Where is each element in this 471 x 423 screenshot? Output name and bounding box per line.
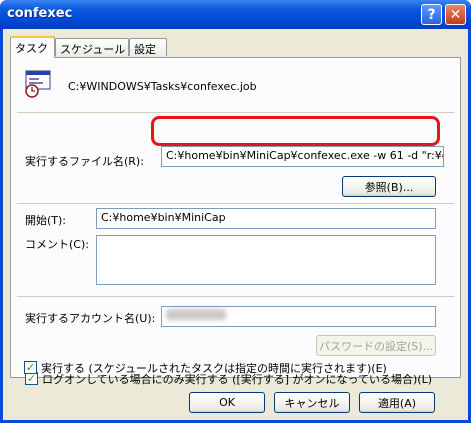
account-input[interactable] <box>161 306 436 327</box>
tab-panel: C:¥WINDOWS¥Tasks¥confexec.job 実行するファイル名(… <box>10 57 461 386</box>
redacted-account-name <box>166 309 226 320</box>
run-label: 実行するファイル名(R): <box>25 155 144 168</box>
separator <box>17 296 454 297</box>
task-path: C:¥WINDOWS¥Tasks¥confexec.job <box>68 80 257 93</box>
enabled-checkbox[interactable]: ✓ <box>24 361 37 374</box>
enabled-label: 実行する (スケジュールされたタスクは指定の時間に実行されます)(E) <box>41 362 387 375</box>
close-button[interactable]: ✕ <box>445 4 466 25</box>
tab-settings[interactable]: 設定 <box>129 38 167 56</box>
comment-label: コメント(C): <box>25 238 89 251</box>
title-bar[interactable]: confexec ? ✕ <box>0 0 471 29</box>
window-title: confexec <box>7 6 73 21</box>
account-label: 実行するアカウント名(U): <box>25 312 156 325</box>
tab-schedule[interactable]: スケジュール <box>55 38 129 56</box>
annotation-highlight <box>151 116 440 146</box>
start-label: 開始(T): <box>25 214 67 227</box>
dialog-window: confexec ? ✕ タスク スケジュール 設定 C:¥WINDOWS¥Ta <box>0 0 471 423</box>
comment-textarea[interactable] <box>96 235 436 285</box>
cancel-button[interactable]: キャンセル <box>274 392 350 413</box>
apply-button[interactable]: 適用(A) <box>359 392 435 413</box>
tab-task[interactable]: タスク <box>10 36 55 58</box>
separator <box>17 203 454 204</box>
start-in-input[interactable]: C:¥home¥bin¥MiniCap <box>96 208 436 229</box>
ok-button[interactable]: OK <box>189 392 265 413</box>
help-button[interactable]: ? <box>421 4 442 25</box>
set-password-button[interactable]: パスワードの設定(S)... <box>316 335 436 356</box>
browse-button[interactable]: 参照(B)... <box>342 176 436 197</box>
run-command-input[interactable]: C:¥home¥bin¥MiniCap¥confexec.exe -w 61 -… <box>161 146 444 167</box>
dialog-client: タスク スケジュール 設定 C:¥WINDOWS¥Tasks¥confexec.… <box>3 29 468 420</box>
separator <box>17 112 454 113</box>
scheduled-task-icon <box>25 70 55 98</box>
